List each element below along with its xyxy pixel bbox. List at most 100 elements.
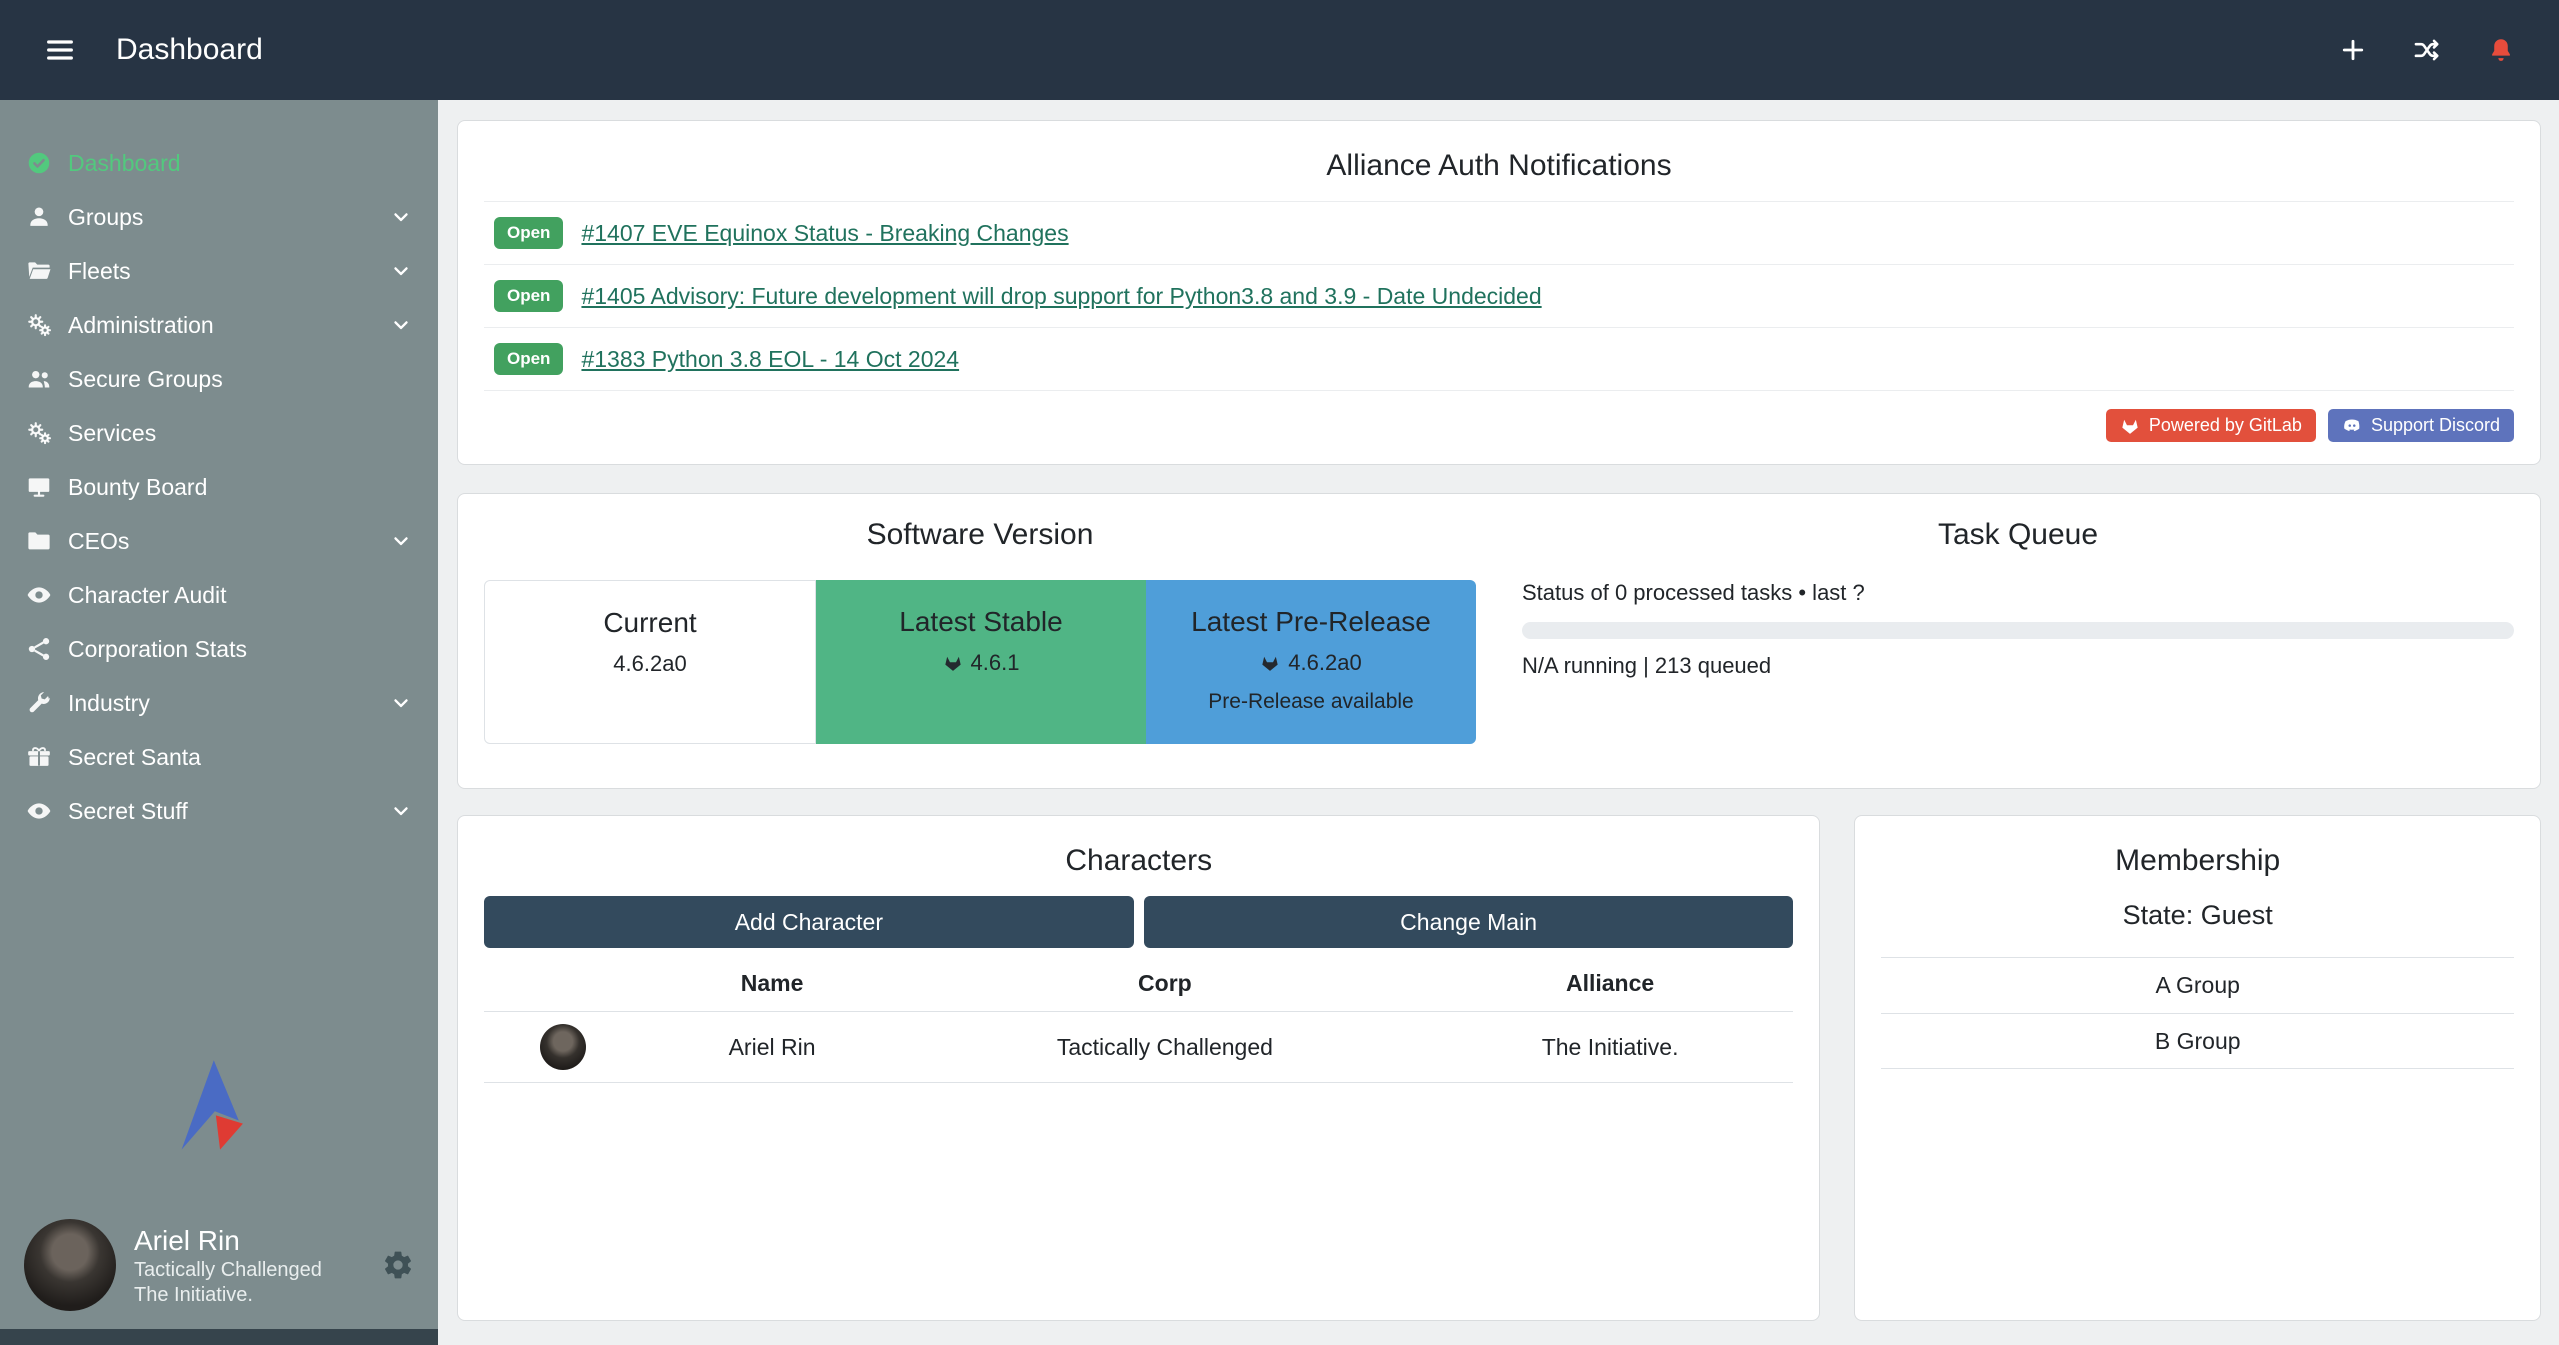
characters-actions: Add Character Change Main xyxy=(484,896,1793,948)
menu-toggle-button[interactable] xyxy=(38,28,82,72)
bell-icon xyxy=(2487,36,2515,64)
eye-icon xyxy=(26,582,68,608)
sidebar-item-corporation-stats[interactable]: Corporation Stats xyxy=(0,622,438,676)
notification-link[interactable]: #1407 EVE Equinox Status - Breaking Chan… xyxy=(581,220,1068,247)
plus-icon xyxy=(2339,36,2367,64)
user-name: Ariel Rin xyxy=(134,1223,322,1258)
character-name: Ariel Rin xyxy=(641,1012,903,1083)
shuffle-icon xyxy=(2413,36,2441,64)
sidebar-item-label: Secret Stuff xyxy=(68,798,390,825)
main-content: Alliance Auth Notifications Open #1407 E… xyxy=(438,100,2559,1345)
discord-icon xyxy=(2342,416,2362,436)
characters-table-header-row: Name Corp Alliance xyxy=(484,956,1793,1012)
sidebar-item-label: Administration xyxy=(68,312,390,339)
chevron-down-icon xyxy=(390,314,412,336)
page-title: Dashboard xyxy=(116,33,263,67)
sidebar-item-administration[interactable]: Administration xyxy=(0,298,438,352)
eye-icon xyxy=(26,798,68,824)
user-settings-button[interactable] xyxy=(382,1249,414,1281)
name-column-header: Name xyxy=(641,956,903,1012)
add-character-button[interactable]: Add Character xyxy=(484,896,1134,948)
user-avatar xyxy=(24,1219,116,1311)
sidebar-item-bounty-board[interactable]: Bounty Board xyxy=(0,460,438,514)
sidebar-item-label: Corporation Stats xyxy=(68,636,412,663)
sidebar-item-secret-santa[interactable]: Secret Santa xyxy=(0,730,438,784)
characters-table: Name Corp Alliance Ariel Rin Tactically … xyxy=(484,956,1793,1083)
user-meta: Ariel Rin Tactically Challenged The Init… xyxy=(134,1223,322,1308)
chevron-down-icon xyxy=(390,530,412,552)
notifications-list: Open #1407 EVE Equinox Status - Breaking… xyxy=(484,201,2514,391)
sidebar-item-secure-groups[interactable]: Secure Groups xyxy=(0,352,438,406)
powered-by-gitlab-badge[interactable]: Powered by GitLab xyxy=(2106,409,2316,442)
software-version-section: Software Version Current 4.6.2a0 Latest … xyxy=(484,518,1476,744)
membership-title: Membership xyxy=(1881,844,2514,878)
sidebar-item-label: Character Audit xyxy=(68,582,412,609)
sidebar-nav: Dashboard Groups Fleets Administration xyxy=(0,100,438,838)
portrait-column-header xyxy=(484,956,641,1012)
hamburger-icon xyxy=(44,34,76,66)
sidebar-item-industry[interactable]: Industry xyxy=(0,676,438,730)
chevron-down-icon xyxy=(390,206,412,228)
notifications-footer: Powered by GitLab Support Discord xyxy=(484,409,2514,442)
random-character-button[interactable] xyxy=(2407,30,2447,70)
task-queue-progressbar xyxy=(1522,622,2514,639)
sidebar-item-dashboard[interactable]: Dashboard xyxy=(0,136,438,190)
version-label: Latest Stable xyxy=(826,606,1136,638)
notification-link[interactable]: #1383 Python 3.8 EOL - 14 Oct 2024 xyxy=(581,346,959,373)
sidebar-item-label: Secure Groups xyxy=(68,366,412,393)
gears-icon xyxy=(26,312,68,338)
folder-icon xyxy=(26,528,68,554)
gift-icon xyxy=(26,744,68,770)
alliance-column-header: Alliance xyxy=(1427,956,1794,1012)
navbar-actions xyxy=(2333,30,2521,70)
version-latest-prerelease: Latest Pre-Release 4.6.2a0 Pre-Release a… xyxy=(1146,580,1476,744)
sidebar-item-character-audit[interactable]: Character Audit xyxy=(0,568,438,622)
version-latest-stable: Latest Stable 4.6.1 xyxy=(816,580,1146,744)
task-queue-section: Task Queue Status of 0 processed tasks •… xyxy=(1522,518,2514,744)
board-icon xyxy=(26,474,68,500)
version-number: 4.6.2a0 xyxy=(613,651,686,677)
software-version-title: Software Version xyxy=(484,518,1476,552)
gears-icon xyxy=(26,420,68,446)
sidebar-item-fleets[interactable]: Fleets xyxy=(0,244,438,298)
support-discord-badge[interactable]: Support Discord xyxy=(2328,409,2514,442)
membership-state: State: Guest xyxy=(1881,900,2514,931)
sidebar-footer-strip xyxy=(0,1329,438,1345)
membership-panel: Membership State: Guest A Group B Group xyxy=(1854,815,2541,1321)
folder-open-icon xyxy=(26,258,68,284)
character-row: Ariel Rin Tactically Challenged The Init… xyxy=(484,1012,1793,1083)
status-badge: Open xyxy=(494,280,563,312)
sidebar-item-label: Groups xyxy=(68,204,390,231)
group-row: A Group xyxy=(1881,957,2514,1013)
chevron-down-icon xyxy=(390,692,412,714)
sidebar-item-label: Secret Santa xyxy=(68,744,412,771)
wrench-icon xyxy=(26,690,68,716)
check-circle-icon xyxy=(26,150,68,176)
version-label: Latest Pre-Release xyxy=(1156,606,1466,638)
user-alliance: The Initiative. xyxy=(134,1283,322,1308)
sidebar-item-secret-stuff[interactable]: Secret Stuff xyxy=(0,784,438,838)
version-columns: Current 4.6.2a0 Latest Stable 4.6.1 Late… xyxy=(484,580,1476,744)
sidebar-item-services[interactable]: Services xyxy=(0,406,438,460)
prerelease-note: Pre-Release available xyxy=(1156,690,1466,714)
characters-panel: Characters Add Character Change Main Nam… xyxy=(457,815,1820,1321)
change-main-button[interactable]: Change Main xyxy=(1144,896,1794,948)
initiative-logo-icon xyxy=(167,1051,271,1161)
notification-link[interactable]: #1405 Advisory: Future development will … xyxy=(581,283,1541,310)
top-navbar: Dashboard xyxy=(0,0,2559,100)
user-icon xyxy=(26,204,68,230)
sidebar-item-ceos[interactable]: CEOs xyxy=(0,514,438,568)
task-queue-title: Task Queue xyxy=(1522,518,2514,552)
version-number: 4.6.2a0 xyxy=(1288,650,1361,676)
character-portrait xyxy=(540,1024,586,1070)
user-friends-icon xyxy=(26,366,68,392)
add-button[interactable] xyxy=(2333,30,2373,70)
task-queue-counts: N/A running | 213 queued xyxy=(1522,653,2514,679)
notification-row: Open #1383 Python 3.8 EOL - 14 Oct 2024 xyxy=(484,328,2514,391)
sidebar: Dashboard Groups Fleets Administration xyxy=(0,100,438,1345)
sidebar-item-label: CEOs xyxy=(68,528,390,555)
chevron-down-icon xyxy=(390,800,412,822)
notifications-bell-button[interactable] xyxy=(2481,30,2521,70)
version-current: Current 4.6.2a0 xyxy=(484,580,816,744)
sidebar-item-groups[interactable]: Groups xyxy=(0,190,438,244)
